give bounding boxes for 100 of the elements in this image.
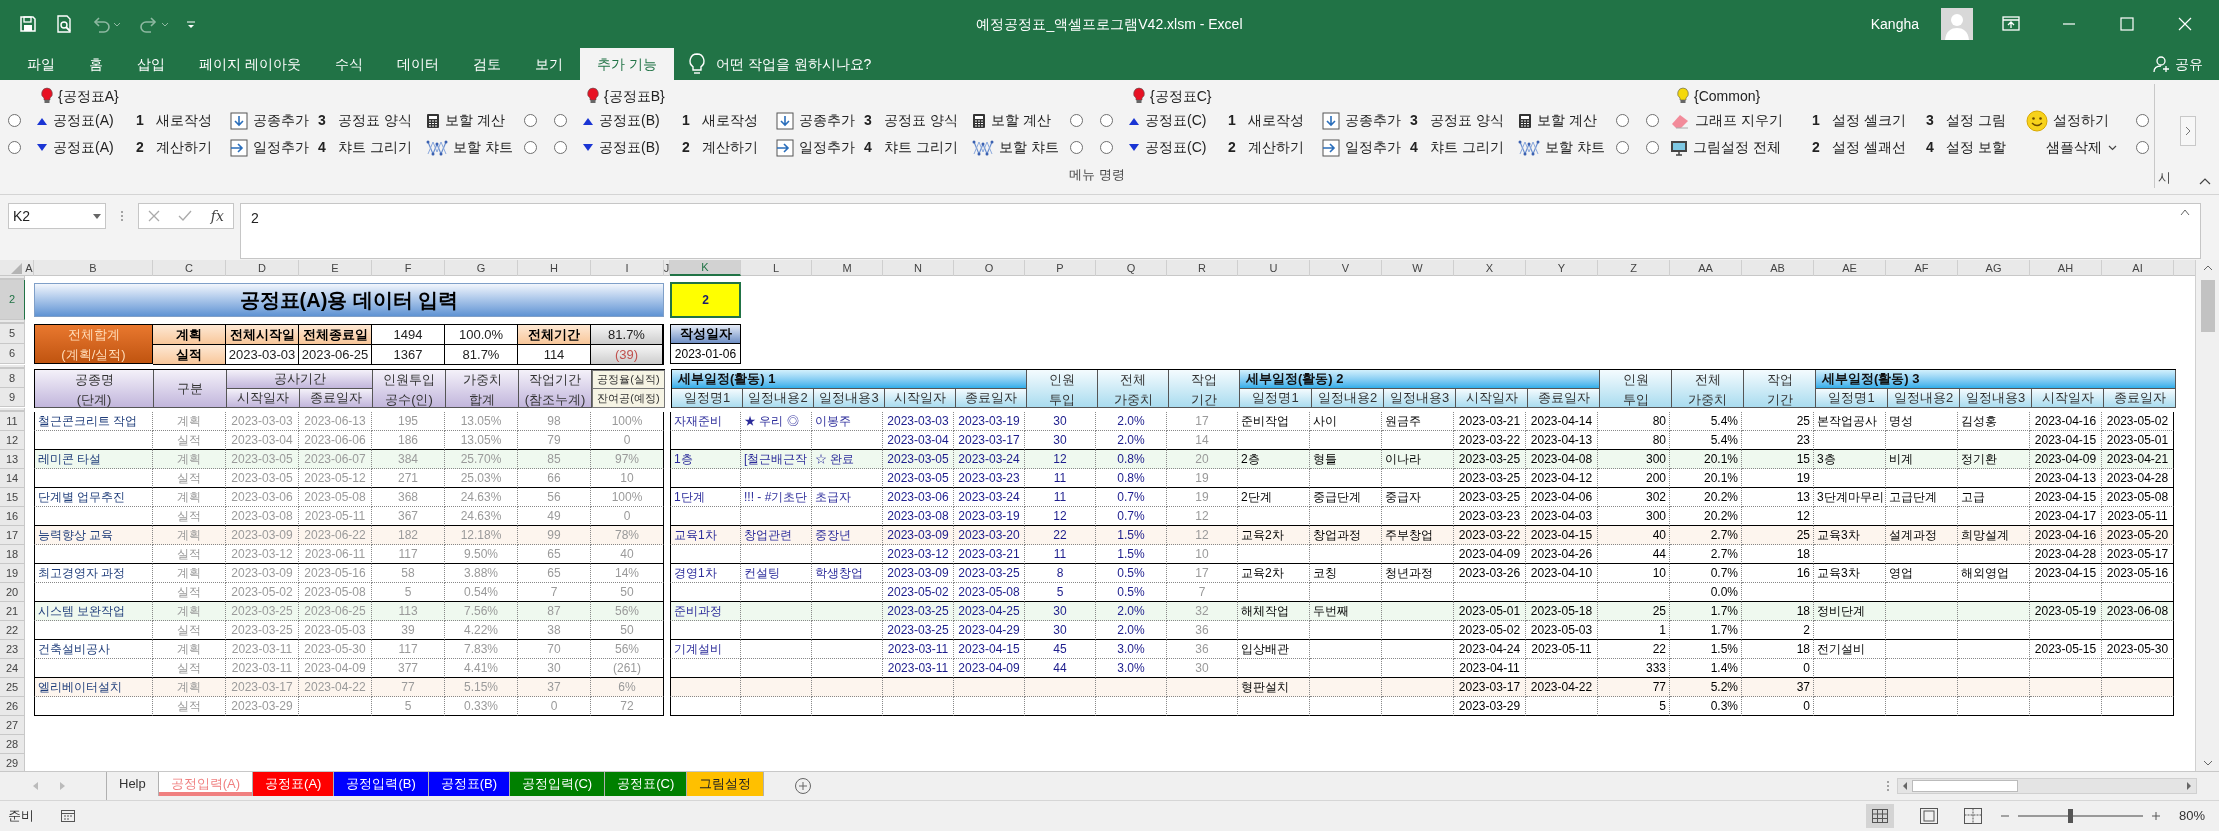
column-header[interactable]: P (1025, 260, 1096, 276)
ribbon-tab[interactable]: 홈 (72, 48, 120, 80)
page-layout-view-icon[interactable] (1919, 808, 1938, 824)
column-header[interactable]: AG (1958, 260, 2030, 276)
ribbon-button[interactable]: 보할 챠트 (1518, 137, 1605, 158)
column-header[interactable]: AB (1742, 260, 1814, 276)
ribbon-button[interactable]: 1 새로작성 (136, 110, 212, 131)
cancel-icon[interactable] (148, 210, 161, 222)
row-header[interactable]: 8 (0, 369, 25, 388)
sheet-tab[interactable]: 공정표(A) (253, 771, 335, 796)
ribbon-button[interactable]: 보할 계산 (972, 110, 1051, 131)
ribbon-button[interactable]: 공정표(B) (582, 137, 660, 158)
sheet-tab[interactable]: 공정표(B) (428, 771, 511, 796)
column-header[interactable]: D (226, 260, 299, 276)
column-header[interactable]: G (445, 260, 518, 276)
column-header[interactable]: X (1454, 260, 1526, 276)
column-header[interactable]: V (1310, 260, 1382, 276)
ribbon-button[interactable]: 공종추가 (1322, 110, 1401, 131)
ribbon-tab[interactable]: 보기 (517, 48, 580, 80)
ribbon-button[interactable]: 2 설정 셀괘선 (1812, 137, 1906, 158)
row-header[interactable]: 28 (0, 735, 25, 754)
column-header[interactable]: C (153, 260, 226, 276)
row-header[interactable]: 29 (0, 754, 25, 771)
column-header[interactable]: Y (1526, 260, 1598, 276)
radio-button[interactable] (1646, 114, 1659, 127)
ribbon-button[interactable]: 4 챠트 그리기 (1410, 137, 1504, 158)
radio-button[interactable] (1070, 141, 1083, 154)
row-header[interactable]: 22 (0, 621, 25, 640)
radio-button[interactable] (2136, 114, 2149, 127)
ribbon-button[interactable]: 4 설정 보할 (1926, 137, 2006, 158)
ribbon-button[interactable]: 1 설정 셀크기 (1812, 110, 1906, 131)
radio-button[interactable] (524, 114, 537, 127)
splitter-icon[interactable] (1885, 778, 1891, 794)
zoom-slider[interactable] (2017, 809, 2143, 823)
row-header[interactable]: 18 (0, 545, 25, 564)
scrollbar-thumb[interactable] (1912, 780, 2018, 792)
ribbon-button[interactable]: 2 계산하기 (1228, 137, 1304, 158)
normal-view-button[interactable] (1865, 804, 1894, 828)
ribbon-button[interactable]: 4 챠트 그리기 (318, 137, 412, 158)
ribbon-button[interactable]: 보할 챠트 (972, 137, 1059, 158)
ribbon-button[interactable]: 공정표(C) (1128, 137, 1207, 158)
radio-button[interactable] (554, 114, 567, 127)
share-button[interactable]: 공유 (2137, 48, 2219, 80)
ribbon-tab[interactable]: 추가 기능 (579, 48, 674, 80)
column-header[interactable]: O (954, 260, 1025, 276)
row-header[interactable]: 16 (0, 507, 25, 526)
ribbon-tab[interactable]: 데이터 (379, 48, 456, 80)
column-header[interactable]: A (25, 260, 34, 276)
row-header[interactable]: 21 (0, 602, 25, 621)
row-header[interactable]: 6 (0, 344, 25, 364)
ribbon-button[interactable]: 1 새로작성 (1228, 110, 1304, 131)
column-header[interactable]: U (1238, 260, 1310, 276)
ribbon-button[interactable]: 그림설정 전체 (1670, 137, 1781, 158)
row-header[interactable]: 13 (0, 450, 25, 469)
column-header[interactable]: F (372, 260, 445, 276)
page-break-view-icon[interactable] (1963, 808, 1982, 824)
ribbon-button[interactable]: 3 설정 그림 (1926, 110, 2006, 131)
row-header[interactable]: 2 (0, 280, 25, 320)
ribbon-button[interactable]: 설정하기 (2026, 109, 2109, 132)
ribbon-button[interactable]: 공정표(B) (582, 110, 660, 131)
ribbon-button[interactable]: 보할 계산 (426, 110, 505, 131)
row-header[interactable]: 27 (0, 716, 25, 735)
ribbon-tab[interactable]: 파일 (10, 48, 72, 80)
ribbon-button[interactable]: 1 새로작성 (682, 110, 758, 131)
zoom-level-text[interactable]: 80% (2178, 806, 2205, 826)
column-header[interactable]: Z (1598, 260, 1670, 276)
ribbon-button[interactable]: 공정표(A) (36, 137, 114, 158)
ribbon-button[interactable]: 3 공정표 양식 (1410, 110, 1504, 131)
ribbon-button[interactable]: 2 계산하기 (682, 137, 758, 158)
zoom-in-icon[interactable] (2150, 811, 2161, 821)
column-header[interactable]: AE (1814, 260, 1886, 276)
ribbon-button[interactable]: 그래프 지우기 (1670, 110, 1783, 131)
ribbon-tab[interactable]: 페이지 레이아웃 (182, 48, 318, 80)
ribbon-tab[interactable]: 삽입 (120, 48, 182, 80)
ribbon-button[interactable]: 공종추가 (230, 110, 309, 131)
ribbon-button[interactable]: 일정추가 (1322, 137, 1401, 158)
radio-button[interactable] (1616, 114, 1629, 127)
row-header[interactable]: 20 (0, 583, 25, 602)
dropdown-button[interactable]: 샘플삭제 (2026, 137, 2117, 158)
row-header[interactable]: 9 (0, 388, 25, 407)
ribbon-button[interactable]: 3 공정표 양식 (864, 110, 958, 131)
ribbon-button[interactable]: 보할 계산 (1518, 110, 1597, 131)
collapse-formula-icon[interactable] (2180, 208, 2190, 216)
ribbon-button[interactable]: 공정표(A) (36, 110, 114, 131)
column-header[interactable]: H (518, 260, 591, 276)
new-sheet-icon[interactable] (794, 777, 813, 795)
redo-icon[interactable] (138, 14, 170, 34)
radio-button[interactable] (1100, 114, 1113, 127)
sheet-tab[interactable]: Help (107, 771, 159, 796)
radio-button[interactable] (1100, 141, 1113, 154)
print-preview-icon[interactable] (54, 14, 74, 34)
radio-button[interactable] (8, 141, 21, 154)
ribbon-button[interactable]: 일정추가 (230, 137, 309, 158)
sheet-tab[interactable]: 그림설정 (687, 771, 765, 796)
radio-button[interactable] (8, 114, 21, 127)
ribbon-tab[interactable]: 검토 (455, 48, 518, 80)
save-icon[interactable] (18, 14, 38, 34)
ribbon-button[interactable]: 2 계산하기 (136, 137, 212, 158)
column-header[interactable]: R (1167, 260, 1238, 276)
row-header[interactable]: 19 (0, 564, 25, 583)
